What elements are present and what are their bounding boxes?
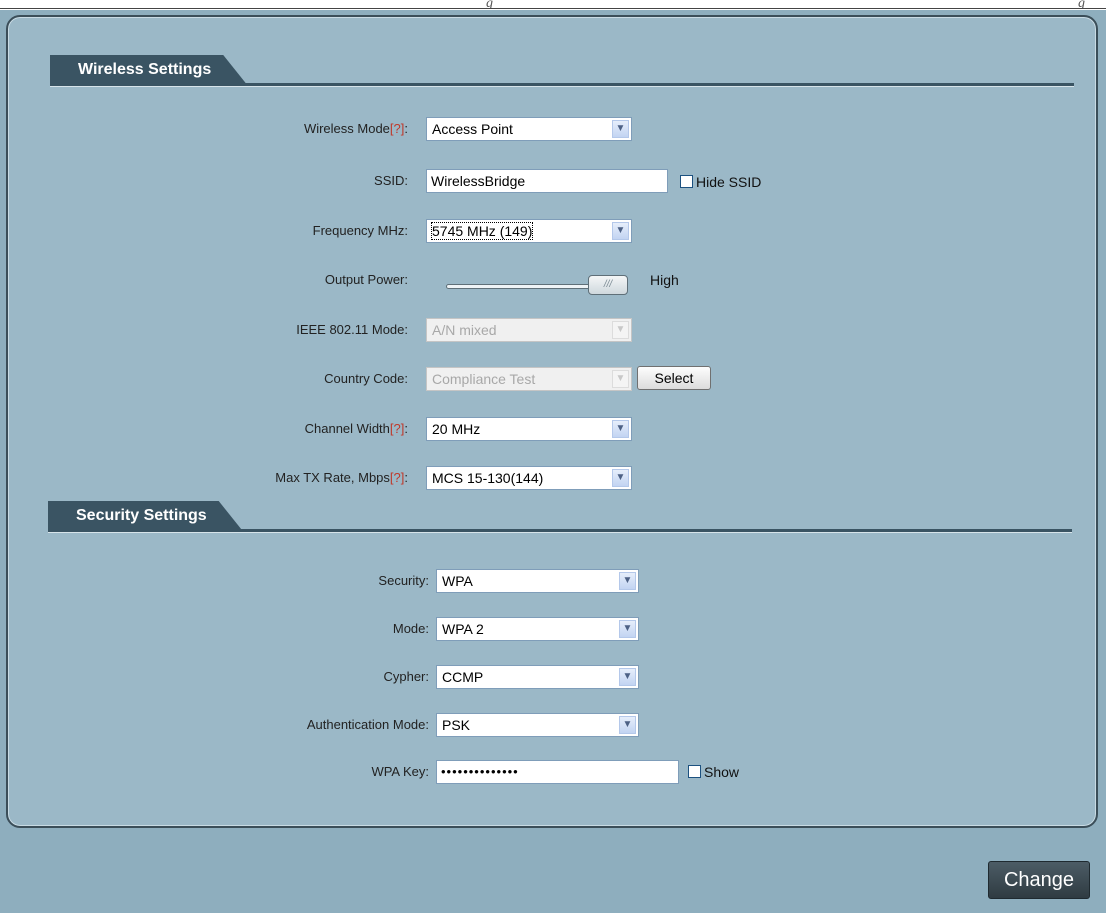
security-mode-value: WPA 2 bbox=[442, 621, 484, 637]
wireless-mode-value: Access Point bbox=[432, 121, 513, 137]
frequency-label: Frequency MHz: bbox=[312, 223, 408, 238]
ieee-mode-value: A/N mixed bbox=[432, 322, 497, 338]
section-divider bbox=[48, 529, 1072, 533]
max-tx-rate-value: MCS 15-130(144) bbox=[432, 470, 544, 486]
security-mode-label: Mode: bbox=[392, 621, 429, 636]
output-power-value: High bbox=[650, 272, 679, 288]
change-button[interactable]: Change bbox=[988, 861, 1090, 899]
ieee-mode-label: IEEE 802.11 Mode: bbox=[296, 322, 408, 337]
country-code-select[interactable]: Compliance Test ▼ bbox=[426, 367, 632, 391]
wireless-mode-label: Wireless Mode[?]: bbox=[303, 121, 408, 136]
hide-ssid-checkbox[interactable] bbox=[680, 175, 693, 188]
security-settings-header: Security Settings bbox=[48, 501, 1072, 535]
channel-width-value: 20 MHz bbox=[432, 421, 481, 437]
settings-frame: Wireless Settings Wireless Mode[?]: Acce… bbox=[0, 10, 1106, 913]
ssid-label: SSID: bbox=[374, 173, 408, 188]
max-tx-rate-select[interactable]: MCS 15-130(144) ▼ bbox=[426, 466, 632, 490]
country-code-value: Compliance Test bbox=[432, 371, 536, 387]
show-key-checkbox[interactable] bbox=[688, 765, 701, 778]
cypher-label: Cypher: bbox=[383, 669, 429, 684]
wireless-settings-title: Wireless Settings bbox=[50, 55, 247, 85]
section-divider bbox=[50, 83, 1074, 87]
chevron-down-icon: ▼ bbox=[619, 620, 636, 638]
cypher-value: CCMP bbox=[442, 669, 484, 685]
frequency-select[interactable]: 5745 MHz (149) ▼ bbox=[426, 219, 632, 243]
chevron-down-icon: ▼ bbox=[612, 321, 629, 339]
country-code-label: Country Code: bbox=[324, 371, 408, 386]
cypher-select[interactable]: CCMP ▼ bbox=[436, 665, 639, 689]
output-power-label: Output Power: bbox=[324, 272, 408, 287]
authentication-mode-label: Authentication Mode: bbox=[306, 717, 429, 732]
channel-width-select[interactable]: 20 MHz ▼ bbox=[426, 417, 632, 441]
security-select[interactable]: WPA ▼ bbox=[436, 569, 639, 593]
output-power-slider-track[interactable] bbox=[446, 284, 606, 289]
wpa-key-input[interactable]: •••••••••••••• bbox=[436, 760, 679, 784]
chevron-down-icon: ▼ bbox=[612, 222, 629, 240]
ssid-input[interactable]: WirelessBridge bbox=[426, 169, 668, 193]
header-fragment-right: g bbox=[1078, 0, 1085, 8]
frequency-value: 5745 MHz (149) bbox=[430, 222, 534, 240]
chevron-down-icon: ▼ bbox=[612, 469, 629, 487]
security-mode-select[interactable]: WPA 2 ▼ bbox=[436, 617, 639, 641]
chevron-down-icon: ▼ bbox=[619, 572, 636, 590]
channel-width-help-link[interactable]: [?] bbox=[390, 421, 404, 436]
chevron-down-icon: ▼ bbox=[619, 716, 636, 734]
max-tx-rate-label: Max TX Rate, Mbps[?]: bbox=[275, 470, 408, 485]
header-fragment-left: g bbox=[486, 0, 493, 8]
authentication-mode-value: PSK bbox=[442, 717, 471, 733]
chevron-down-icon: ▼ bbox=[612, 370, 629, 388]
ieee-mode-select[interactable]: A/N mixed ▼ bbox=[426, 318, 632, 342]
security-value: WPA bbox=[442, 573, 473, 589]
max-tx-rate-help-link[interactable]: [?] bbox=[390, 470, 404, 485]
chevron-down-icon: ▼ bbox=[612, 420, 629, 438]
authentication-mode-select[interactable]: PSK ▼ bbox=[436, 713, 639, 737]
hide-ssid-label: Hide SSID bbox=[696, 174, 762, 190]
wpa-key-label: WPA Key: bbox=[371, 764, 429, 779]
chevron-down-icon: ▼ bbox=[619, 668, 636, 686]
security-settings-title: Security Settings bbox=[48, 501, 243, 531]
show-key-label: Show bbox=[704, 764, 740, 780]
wireless-mode-select[interactable]: Access Point ▼ bbox=[426, 117, 632, 141]
output-power-slider-thumb[interactable]: /// bbox=[588, 275, 628, 295]
wireless-settings-header: Wireless Settings bbox=[50, 55, 1074, 89]
document-header-rule bbox=[0, 8, 1106, 9]
wireless-mode-help-link[interactable]: [?] bbox=[390, 121, 404, 136]
chevron-down-icon: ▼ bbox=[612, 120, 629, 138]
country-select-button[interactable]: Select bbox=[637, 366, 711, 390]
security-label: Security: bbox=[378, 573, 429, 588]
channel-width-label: Channel Width[?]: bbox=[304, 421, 408, 436]
